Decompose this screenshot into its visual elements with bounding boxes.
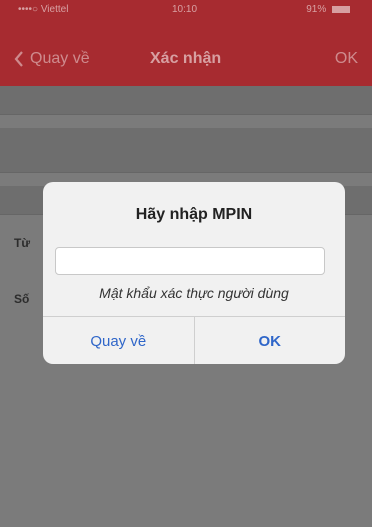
mpin-dialog: Hãy nhập MPIN Mật khẩu xác thực người dù… xyxy=(43,182,345,364)
form-band xyxy=(0,86,372,115)
form-band xyxy=(0,128,372,173)
dialog-caption: Mật khẩu xác thực người dùng xyxy=(99,285,289,301)
carrier-text: ••••○ Viettel xyxy=(18,4,69,15)
dialog-button-row: Quay về OK xyxy=(43,316,345,364)
header-bar: ••••○ Viettel 10:10 91% Quay về Xác nhận… xyxy=(0,0,372,86)
dialog-title: Hãy nhập MPIN xyxy=(135,206,253,223)
row-from-label: Từ xyxy=(14,236,31,250)
status-bar: ••••○ Viettel 10:10 91% xyxy=(0,0,372,20)
chevron-left-icon xyxy=(14,51,23,67)
dialog-ok-button[interactable]: OK xyxy=(193,317,346,364)
dialog-cancel-button[interactable]: Quay về xyxy=(43,317,194,364)
row-number-label: Số xyxy=(14,292,30,306)
back-button-label: Quay về xyxy=(30,50,90,67)
nav-bar: Quay về Xác nhận OK xyxy=(0,38,372,78)
page-title: Xác nhận xyxy=(150,50,222,67)
screen: ••••○ Viettel 10:10 91% Quay về Xác nhận… xyxy=(0,0,372,527)
battery-icon xyxy=(332,5,350,13)
mpin-input[interactable] xyxy=(55,247,325,275)
battery-indicator: 91% xyxy=(306,4,350,15)
back-button[interactable]: Quay về xyxy=(14,50,90,68)
battery-percent: 91% xyxy=(306,4,327,15)
clock-text: 10:10 xyxy=(172,4,198,15)
nav-ok-button[interactable]: OK xyxy=(335,50,358,68)
